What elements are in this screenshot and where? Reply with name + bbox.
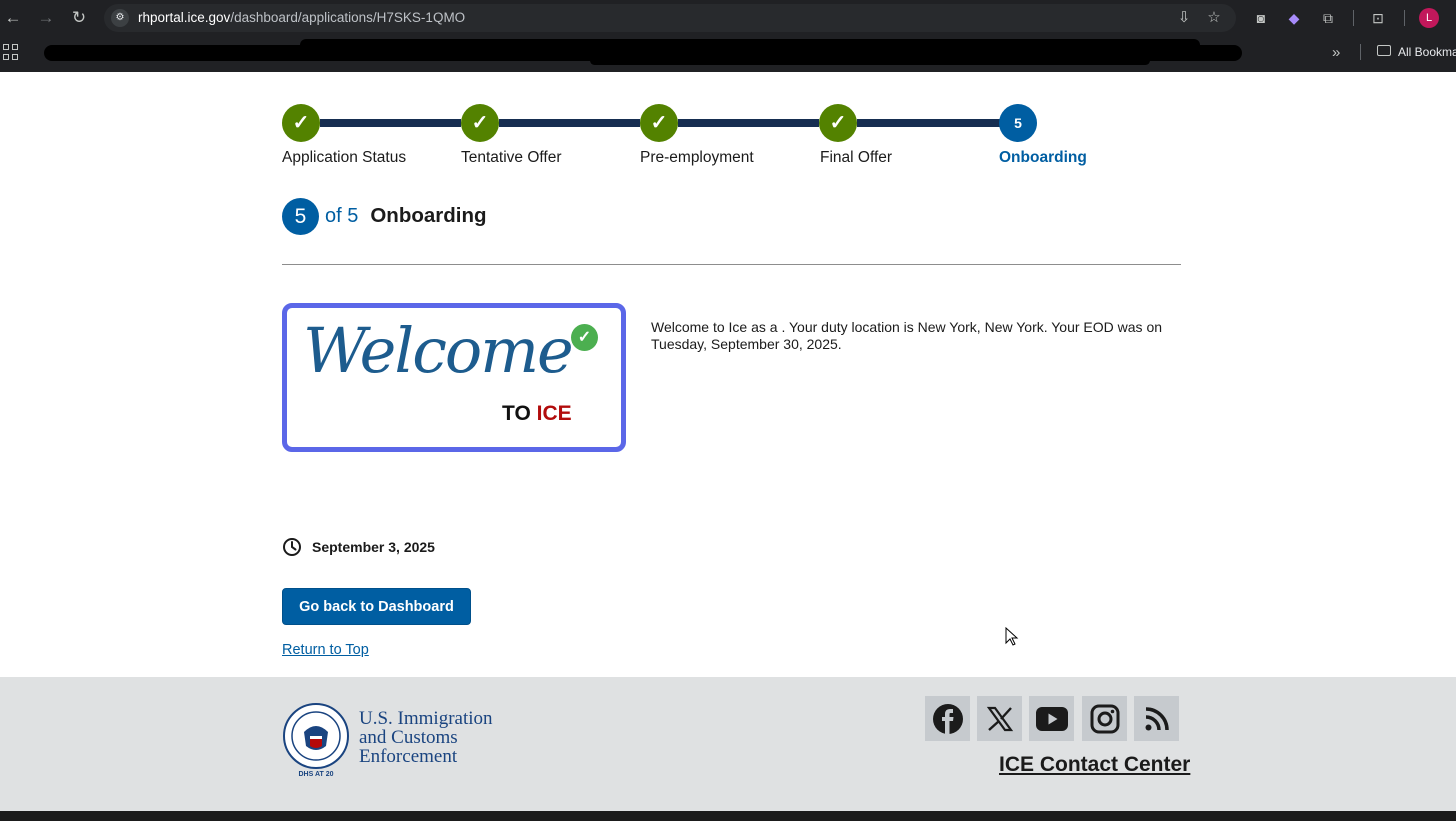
status-date: September 3, 2025 [312,539,435,555]
toolbar-divider [1353,10,1354,26]
apps-grid-icon[interactable] [3,44,19,60]
step-2-check-icon: ✓ [461,104,499,142]
rss-icon[interactable] [1134,696,1179,741]
return-to-top-link[interactable]: Return to Top [282,642,369,658]
agency-name: U.S. Immigration and Customs Enforcement [359,708,493,767]
step-1-check-icon: ✓ [282,104,320,142]
step-connector [320,119,461,127]
check-circle-icon: ✓ [571,324,598,351]
step-connector [857,119,1000,127]
step-heading-count: of 5 [325,204,359,227]
folder-icon[interactable] [1377,45,1391,56]
welcome-image: Welcome ✓ TO ICE [282,303,626,452]
forward-icon[interactable]: → [34,6,58,30]
step-label-pre-employment: Pre-employment [640,149,754,166]
clock-icon [283,538,301,556]
x-icon[interactable] [977,696,1022,741]
section-divider [282,264,1181,265]
welcome-script-text: Welcome [303,314,574,387]
go-back-dashboard-button[interactable]: Go back to Dashboard [282,588,471,625]
dhs-seal-logo: DHS AT 20 [283,703,349,778]
step-3-check-icon: ✓ [640,104,678,142]
step-heading: 5 of 5 Onboarding [282,197,487,235]
bookmark-star-icon[interactable]: ☆ [1205,9,1223,27]
step-connector [499,119,640,127]
url-text[interactable]: rhportal.ice.gov/dashboard/applications/… [138,10,465,25]
step-label-final-offer: Final Offer [820,149,893,166]
youtube-icon[interactable] [1029,696,1074,741]
redaction-mark [590,56,1150,65]
progress-stepper: ✓ ✓ ✓ ✓ 5 Application Status Tentative O… [282,104,1182,174]
step-5-number: 5 [999,104,1037,142]
bookmarks-bar: » All Bookma [0,36,1456,72]
facebook-icon[interactable] [925,696,970,741]
welcome-message: Welcome to Ice as a . Your duty location… [651,319,1163,352]
site-info-icon[interactable]: ⚙ [111,9,129,27]
step-label-application-status: Application Status [282,149,407,166]
welcome-to-ice-text: TO ICE [502,402,572,425]
date-row: September 3, 2025 [282,536,435,558]
extension-diamond-icon[interactable]: ◆ [1284,8,1304,28]
mouse-cursor-icon [1005,627,1019,646]
ice-contact-center-link[interactable]: ICE Contact Center [999,753,1190,777]
tab-search-icon[interactable]: ⊡ [1368,8,1388,28]
instagram-icon[interactable] [1082,696,1127,741]
bookmarks-divider [1360,44,1361,60]
redaction-mark [300,39,1200,51]
more-bookmarks-icon[interactable]: » [1332,44,1340,61]
address-bar[interactable]: ⚙ rhportal.ice.gov/dashboard/application… [104,4,1236,32]
step-label-tentative-offer: Tentative Offer [461,149,562,166]
browser-chrome: ← → ↻ ⚙ rhportal.ice.gov/dashboard/appli… [0,0,1456,72]
install-app-icon[interactable]: ⇩ [1175,9,1193,27]
step-connector [678,119,819,127]
svg-text:DHS AT 20: DHS AT 20 [298,771,333,778]
profile-avatar[interactable]: L [1419,8,1439,28]
page-title: Onboarding [370,204,487,227]
footer-bottom-bar [0,811,1456,821]
toolbar-divider [1404,10,1405,26]
step-heading-number: 5 [282,197,319,235]
site-footer: DHS AT 20 U.S. Immigration and Customs E… [0,677,1456,811]
step-label-onboarding: Onboarding [999,149,1087,166]
screenshot-icon[interactable]: ◙ [1251,8,1271,28]
step-4-check-icon: ✓ [819,104,857,142]
back-icon[interactable]: ← [1,6,25,30]
extensions-puzzle-icon[interactable]: ⧉ [1318,8,1338,28]
reload-icon[interactable]: ↻ [67,6,91,30]
all-bookmarks-label[interactable]: All Bookma [1398,45,1456,59]
